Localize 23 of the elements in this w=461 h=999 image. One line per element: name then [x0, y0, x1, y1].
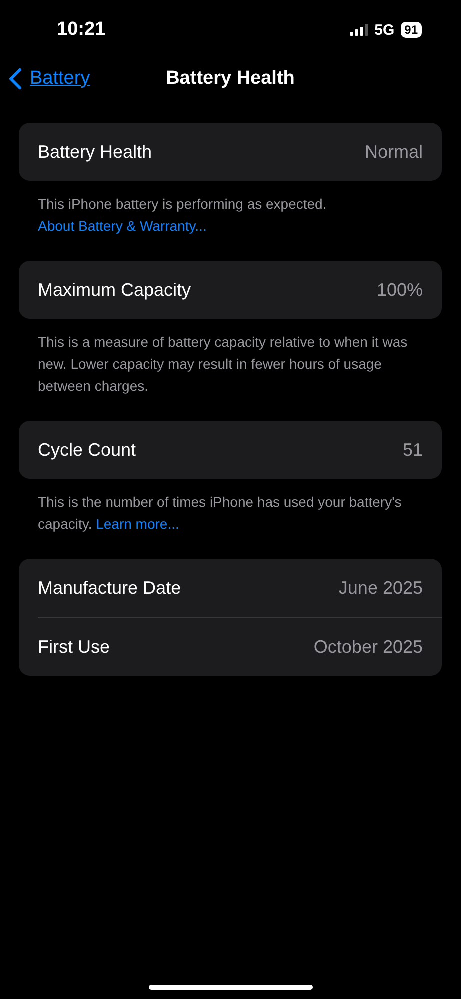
info-link[interactable]: About Battery & Warranty...	[38, 218, 207, 234]
row-label: Manufacture Date	[38, 578, 182, 598]
row-value: October 2025	[314, 636, 423, 658]
row-value: Normal	[364, 142, 423, 162]
status-time: 10:21	[57, 19, 106, 41]
page-title: Battery Health	[166, 68, 295, 90]
row-value: June 2025	[338, 578, 423, 598]
back-chevron-icon	[9, 68, 22, 90]
back-link[interactable]: Battery	[9, 68, 90, 90]
row-value: 100%	[376, 280, 423, 300]
row-label: Battery Health	[38, 142, 152, 162]
network-label: 5G	[374, 22, 395, 38]
row-label: Cycle Count	[38, 440, 136, 460]
row-value: 51	[402, 440, 423, 460]
row-label: First Use	[38, 636, 110, 658]
footnote-text: This is the number of times iPhone has used your battery's capacity. Learn more...	[38, 493, 403, 534]
info-link[interactable]: Learn more...	[96, 516, 180, 532]
footnote-text: This is a measure of battery capacity relative to when it was new. Lower capacity may result in fewer hours of usage between charges.	[38, 333, 409, 396]
battery-indicator: 91	[400, 22, 422, 38]
back-label[interactable]: Battery	[30, 68, 90, 90]
signal-icon	[350, 24, 369, 36]
footnote-text: This iPhone battery is performing as expected. About Battery & Warranty...	[38, 195, 328, 236]
row-label: Maximum Capacity	[38, 280, 192, 300]
